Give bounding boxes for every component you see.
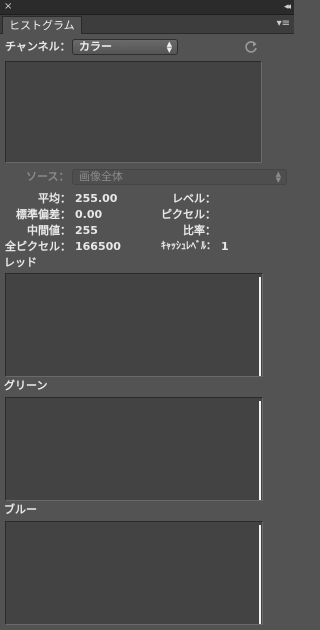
panel-menu-icon[interactable]: ▾≡ <box>277 17 290 31</box>
histogram-spike <box>259 401 261 500</box>
stat-label-pixels: 全ピクセル： <box>5 240 71 253</box>
collapse-icon[interactable]: ◂◂ <box>284 0 291 14</box>
stat-label-level: レベル： <box>172 192 216 205</box>
tab-row: ヒストグラム ▾≡ <box>0 15 294 34</box>
green-histogram <box>5 397 263 501</box>
histogram-spike <box>259 525 261 624</box>
select-arrows-icon: ▲ ▼ <box>275 170 281 184</box>
refresh-icon[interactable] <box>243 39 259 55</box>
red-channel-label: レッド <box>4 256 37 269</box>
stat-value-cache-level: 1 <box>221 240 229 253</box>
stat-label-median: 中間値： <box>27 224 71 237</box>
histogram-spike <box>259 277 261 376</box>
green-channel-label: グリーン <box>4 379 48 392</box>
panel-titlebar: × ◂◂ <box>0 0 294 15</box>
channel-select-value: カラー <box>79 40 112 53</box>
close-icon[interactable]: × <box>4 0 12 14</box>
source-select-value: 画像全体 <box>79 170 123 183</box>
stat-value-stddev: 0.00 <box>75 208 103 221</box>
blue-histogram <box>5 521 263 625</box>
stat-label-count: ピクセル： <box>161 208 216 221</box>
channel-label: チャンネル： <box>5 40 71 53</box>
blue-channel-label: ブルー <box>4 503 37 516</box>
stat-value-pixels: 166500 <box>75 240 121 253</box>
tab-histogram[interactable]: ヒストグラム <box>2 16 82 34</box>
red-histogram <box>5 273 263 377</box>
stat-label-cache-level: ｷｬｯｼｭﾚﾍﾞﾙ： <box>161 241 216 252</box>
source-select[interactable]: 画像全体 ▲ ▼ <box>72 169 287 185</box>
main-histogram <box>5 61 262 163</box>
stat-value-median: 255 <box>75 224 98 237</box>
select-arrows-icon: ▲ ▼ <box>166 40 172 54</box>
stat-label-percentile: 比率： <box>183 224 216 237</box>
stat-label-mean: 平均： <box>38 192 71 205</box>
channel-select[interactable]: カラー ▲ ▼ <box>72 39 178 55</box>
stat-label-stddev: 標準偏差： <box>16 208 71 221</box>
stat-value-mean: 255.00 <box>75 192 118 205</box>
source-label: ソース： <box>26 170 70 183</box>
